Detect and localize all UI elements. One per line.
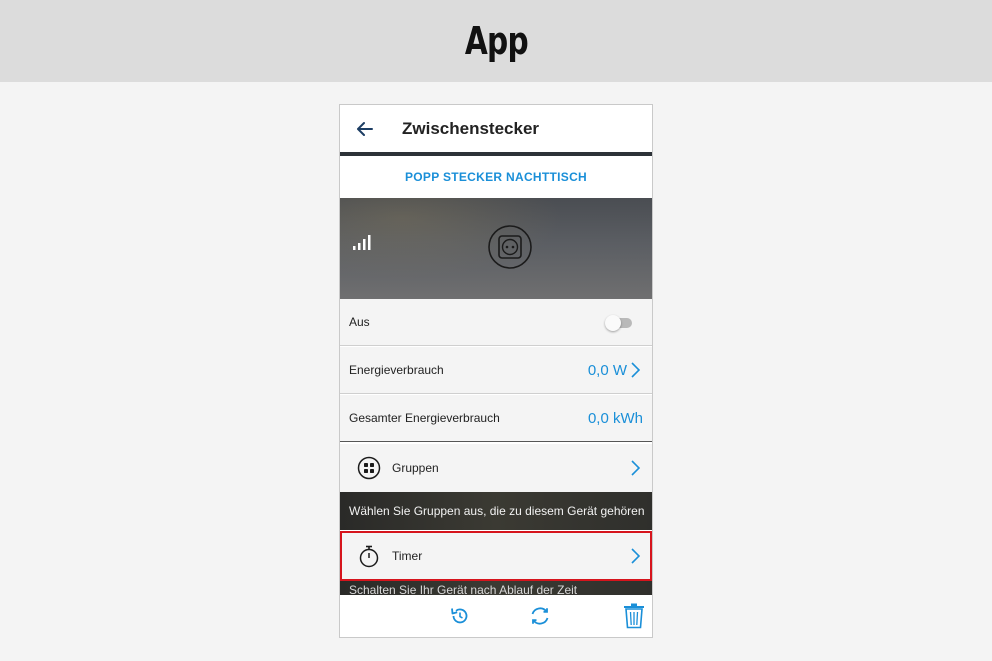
energy-value: 0,0 W [587, 361, 627, 379]
delete-button[interactable] [622, 603, 646, 629]
groups-label: Gruppen [392, 461, 439, 475]
history-icon [451, 608, 468, 624]
chevron-right-icon [631, 362, 640, 378]
chevron-right-icon [631, 460, 640, 476]
total-energy-row: Gesamter Energieverbrauch 0,0 kWh [340, 395, 652, 442]
app-bar: Zwischenstecker [340, 105, 652, 152]
timer-label: Timer [392, 549, 423, 563]
timer-row[interactable]: Timer [340, 531, 652, 581]
back-button[interactable] [340, 105, 388, 152]
signal-strength-icon [353, 235, 371, 250]
power-socket-icon [488, 225, 532, 269]
arrow-left-icon [357, 121, 373, 136]
switch-label: Aus [349, 315, 370, 329]
groups-description-text: Wählen Sie Gruppen aus, die zu diesem Ge… [349, 504, 645, 518]
timer-description-text: Schalten Sie Ihr Gerät nach Ablauf der Z… [349, 583, 578, 595]
chevron-right-icon [631, 548, 640, 564]
total-energy-value: 0,0 kWh [587, 409, 643, 427]
total-energy-label: Gesamter Energieverbrauch [349, 411, 500, 425]
groups-description: Wählen Sie Gruppen aus, die zu diesem Ge… [340, 492, 652, 530]
page-title: Zwischenstecker [402, 118, 540, 138]
banner-title: App [464, 19, 528, 63]
timer-description: Schalten Sie Ihr Gerät nach Ablauf der Z… [340, 581, 652, 595]
trash-icon [624, 603, 644, 629]
top-banner: App [0, 0, 992, 82]
phone-screen: Zwischenstecker POPP STECKER NACHTTISCH … [339, 104, 653, 638]
bottom-toolbar [340, 595, 652, 637]
stopwatch-icon [356, 543, 382, 569]
history-button[interactable] [448, 604, 472, 628]
switch-row[interactable]: Aus [340, 299, 652, 346]
energy-row[interactable]: Energieverbrauch 0,0 W [340, 347, 652, 394]
toggle-knob [605, 315, 621, 331]
groups-row[interactable]: Gruppen [340, 444, 652, 492]
device-hero [340, 198, 652, 299]
groups-icon [356, 455, 382, 481]
power-toggle[interactable] [605, 315, 634, 331]
refresh-icon [531, 607, 549, 625]
refresh-button[interactable] [528, 604, 552, 628]
device-name[interactable]: POPP STECKER NACHTTISCH [340, 156, 652, 198]
energy-label: Energieverbrauch [349, 363, 444, 377]
